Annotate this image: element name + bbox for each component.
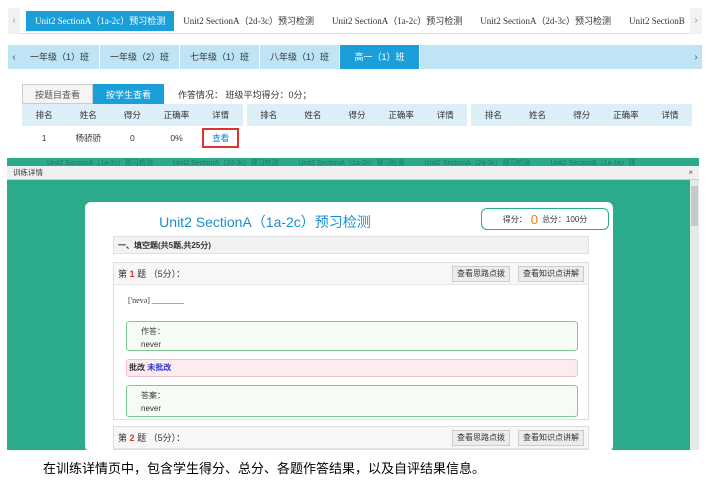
header-detail: 详情 (212, 110, 230, 120)
score-label: 得分： (502, 214, 527, 224)
background-tab: Unit2 SectionA（1a-2c）预习检测 (47, 160, 153, 166)
class-tab-2[interactable]: 一年级（2）班 (100, 45, 180, 69)
modal-title: 训练详情 (13, 168, 43, 177)
unit-tabs: Unit2 SectionA（1a-2c）预习检测 Unit2 SectionA… (20, 8, 690, 34)
background-tab: Unit2 SectionA（2d-3c）预习检测 (172, 160, 279, 166)
background-tab: Unit2 SectionA（2d-3c）预习检测 (424, 160, 531, 166)
table-header: 排名 姓名 得分 正确率 详情 (22, 104, 243, 126)
results-table-2: 排名 姓名 得分 正确率 详情 (246, 104, 468, 150)
question-header: 第 2 题 （5分）： 查看思路点拨 查看知识点讲解 (114, 427, 588, 449)
modal-title-bar: 训练详情 × (7, 166, 699, 180)
review-status: 未批改 (147, 363, 172, 372)
class-summary: 作答情况： 班级平均得分：0分； (178, 89, 312, 100)
score-value: 0 (530, 211, 538, 227)
header-rate: 正确率 (163, 110, 190, 120)
class-next-arrow[interactable]: › (690, 45, 702, 69)
table-row: 1 杨骄骄 0 0% 查看 (22, 126, 243, 150)
header-detail: 详情 (661, 110, 679, 120)
row-detail: 查看 (199, 128, 243, 148)
key-label: 答案： (141, 391, 165, 400)
caption-text: 在训练详情页中，包含学生得分、总分、各题作答结果，以及自评结果信息。 (43, 462, 486, 477)
view-toggle-row: 按题目查看 按学生查看 作答情况： 班级平均得分：0分； (22, 84, 692, 104)
unit-tab-2[interactable]: Unit2 SectionA（2d-3c）预习检测 (174, 11, 323, 31)
header-rank: 排名 (260, 110, 278, 120)
close-icon[interactable]: × (688, 168, 693, 177)
question-1: 第 1 题 （5分）： 查看思路点拨 查看知识点讲解 ['nevə] _____… (113, 262, 589, 420)
header-rank: 排名 (35, 110, 53, 120)
table-header: 排名 姓名 得分 正确率 详情 (471, 104, 693, 126)
row-name: 杨骄骄 (75, 133, 101, 143)
score-box: 得分： 0 总分：100分 (481, 208, 609, 230)
header-rate: 正确率 (613, 110, 639, 120)
results-tables: 排名 姓名 得分 正确率 详情 1 杨骄骄 0 0% 查看 排名 姓名 得分 正… (22, 104, 693, 150)
background-tab-strip: Unit2 SectionA（1a-2c）预习检测 Unit2 SectionA… (47, 158, 687, 166)
unit-next-arrow[interactable]: › (690, 7, 702, 34)
scrollbar-thumb[interactable] (691, 186, 698, 226)
question-title: 第 1 题 （5分）： (118, 267, 444, 280)
header-name: 姓名 (79, 110, 97, 120)
question-points: 题 （5分）： (137, 433, 186, 443)
header-score: 得分 (123, 110, 141, 120)
view-by-question-button[interactable]: 按题目查看 (22, 84, 94, 104)
header-rate: 正确率 (388, 110, 414, 120)
view-detail-link[interactable]: 查看 (202, 128, 240, 148)
row-score: 0 (129, 133, 135, 143)
header-name: 姓名 (529, 110, 547, 120)
class-tab-4[interactable]: 八年级（1）班 (260, 45, 340, 69)
view-by-student-button[interactable]: 按学生查看 (93, 84, 165, 104)
correct-answer-box: 答案： never (126, 385, 578, 417)
section-heading: 一、填空题(共5题,共25分) (113, 236, 589, 254)
background-tab: Unit2 SectionB（1a-1e）预 (550, 160, 636, 166)
row-rate: 0% (170, 133, 183, 143)
class-tab-bar: ‹ 一年级（1）班 一年级（2）班 七年级（1）班 八年级（1）班 高一（1）班… (8, 45, 702, 69)
header-rank: 排名 (484, 110, 502, 120)
header-score: 得分 (573, 110, 591, 120)
total-score: 总分：100分 (541, 214, 588, 224)
question-number: 1 (129, 269, 135, 279)
question-prefix: 第 (118, 433, 128, 443)
unit-tab-5[interactable]: Unit2 SectionB（1a-1e）预 (620, 11, 690, 31)
results-table-1: 排名 姓名 得分 正确率 详情 1 杨骄骄 0 0% 查看 (22, 104, 243, 150)
exercise-panel: Unit2 SectionA（1a-2c）预习检测 得分： 0 总分：100分 … (85, 202, 613, 450)
class-tab-1[interactable]: 一年级（1）班 (20, 45, 100, 69)
header-score: 得分 (348, 110, 366, 120)
unit-tab-1[interactable]: Unit2 SectionA（1a-2c）预习检测 (26, 10, 175, 31)
knowledge-button[interactable]: 查看知识点讲解 (518, 265, 584, 282)
class-tab-3[interactable]: 七年级（1）班 (180, 45, 260, 69)
question-title: 第 2 题 （5分）： (118, 431, 444, 444)
header-detail: 详情 (436, 110, 454, 120)
question-points: 题 （5分）： (137, 269, 186, 279)
answer-label: 作答： (141, 327, 165, 336)
question-number: 2 (129, 433, 135, 443)
question-2: 第 2 题 （5分）： 查看思路点拨 查看知识点讲解 (113, 426, 589, 450)
key-value: never (141, 404, 162, 413)
hint-button[interactable]: 查看思路点拨 (452, 429, 510, 446)
row-rank: 1 (41, 133, 47, 143)
question-stem: ['nevə] ________ (128, 296, 184, 305)
exercise-title: Unit2 SectionA（1a-2c）预习检测 (159, 214, 371, 230)
class-tab-5[interactable]: 高一（1）班 (340, 45, 420, 69)
unit-prev-arrow[interactable]: ‹ (8, 7, 20, 34)
question-prefix: 第 (118, 269, 128, 279)
review-box: 批改 未批改 (126, 359, 578, 377)
class-tabs: 一年级（1）班 一年级（2）班 七年级（1）班 八年级（1）班 高一（1）班 (20, 45, 690, 69)
header-name: 姓名 (304, 110, 322, 120)
modal-scrollbar[interactable] (690, 180, 699, 450)
hint-button[interactable]: 查看思路点拨 (452, 265, 510, 282)
training-detail-modal: Unit2 SectionA（1a-2c）预习检测 Unit2 SectionA… (7, 158, 699, 450)
question-header: 第 1 题 （5分）： 查看思路点拨 查看知识点讲解 (114, 263, 588, 285)
class-prev-arrow[interactable]: ‹ (8, 45, 20, 69)
knowledge-button[interactable]: 查看知识点讲解 (518, 429, 584, 446)
table-header: 排名 姓名 得分 正确率 详情 (246, 104, 468, 126)
student-answer-box: 作答： never (126, 321, 578, 351)
answer-value: never (141, 340, 162, 349)
unit-tab-4[interactable]: Unit2 SectionA（2d-3c）预习检测 (471, 11, 620, 31)
results-table-3: 排名 姓名 得分 正确率 详情 (471, 104, 693, 150)
unit-tab-bar: ‹ Unit2 SectionA（1a-2c）预习检测 Unit2 Sectio… (8, 7, 702, 34)
review-label: 批改 (129, 363, 145, 372)
unit-tab-3[interactable]: Unit2 SectionA（1a-2c）预习检测 (323, 11, 471, 31)
background-tab: Unit2 SectionA（1a-2c）预习检测 (298, 160, 405, 166)
